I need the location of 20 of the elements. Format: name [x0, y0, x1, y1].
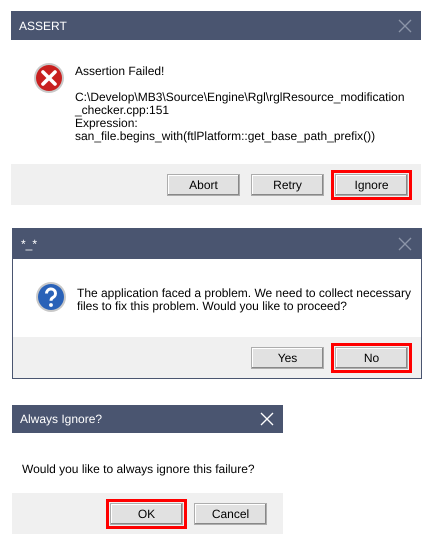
message-text: Would you like to always ignore this failure? [22, 463, 255, 476]
message-text: The application faced a problem. We need to collect necessary [77, 287, 411, 300]
dialog-button[interactable]: Abort [167, 174, 240, 196]
message-text: _checker.cpp:151 [75, 104, 170, 117]
dialog-button[interactable]: Retry [251, 174, 324, 196]
message-text: files to fix this problem. Would you like to proceed? [77, 300, 348, 313]
dialog-button[interactable]: OK [110, 502, 183, 524]
message-text: Assertion Failed! [75, 65, 166, 78]
message-text: Expression: [75, 117, 138, 130]
dialog-button[interactable]: Ignore [335, 174, 408, 196]
dialog-button[interactable]: Yes [251, 346, 324, 368]
message-text: san_file.begins_with(ftlPlatform::get_base_path_prefix()) [75, 130, 376, 143]
error-icon [33, 62, 65, 94]
window-title: *_* [21, 236, 38, 250]
dialog-button[interactable]: No [335, 346, 408, 368]
dialog-button[interactable]: Cancel [194, 502, 267, 524]
window-title: ASSERT [19, 18, 67, 32]
window-title: Always Ignore? [20, 412, 102, 426]
message-text: C:\Develop\MB3\Source\Engine\Rgl\rglResource_modification [75, 91, 404, 104]
question-icon [35, 281, 67, 313]
